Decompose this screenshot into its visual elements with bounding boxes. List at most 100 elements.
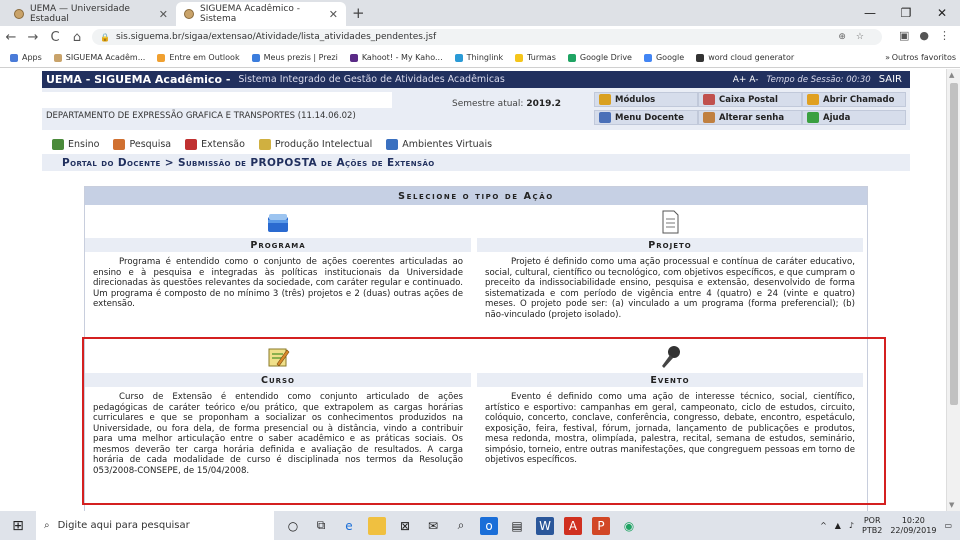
- cortana-icon[interactable]: ○: [284, 517, 302, 535]
- search-placeholder: Digite aqui para pesquisar: [57, 520, 190, 531]
- windows-start-icon[interactable]: ⊞: [0, 518, 36, 534]
- logout-link[interactable]: SAIR: [879, 74, 902, 85]
- home-icon[interactable]: ⌂: [66, 30, 88, 45]
- window-controls: — ❐ ✕: [852, 0, 960, 26]
- document-icon: [662, 210, 679, 234]
- language-indicator[interactable]: POR PTB2: [862, 516, 882, 536]
- extensao-icon: [185, 138, 198, 150]
- bookmark-prezi[interactable]: Meus prezis | Prezi: [251, 53, 338, 62]
- search-app-icon[interactable]: ⌕: [452, 517, 470, 535]
- forward-icon[interactable]: →: [22, 30, 44, 45]
- ambientes-icon: [386, 138, 399, 150]
- bookmarks-bar: Apps SIGUEMA Acadêm... Entre em Outlook …: [0, 48, 960, 68]
- notifications-icon[interactable]: ▭: [944, 521, 952, 530]
- bookmark-google-drive[interactable]: Google Drive: [567, 53, 632, 62]
- site-favicon-icon: [14, 9, 24, 19]
- acrobat-icon[interactable]: A: [564, 516, 582, 535]
- tab-label: UEMA — Universidade Estadual: [30, 4, 130, 24]
- caixa-postal-link[interactable]: Caixa Postal: [698, 92, 802, 107]
- highlight-box: [82, 337, 886, 505]
- bookmark-thinglink[interactable]: Thinglink: [454, 53, 503, 62]
- tab-uema[interactable]: UEMA — Universidade Estadual ✕: [6, 2, 176, 26]
- menu-icon[interactable]: ⋮: [939, 29, 950, 42]
- menu-docente-link[interactable]: Menu Docente: [594, 110, 698, 125]
- font-size-controls[interactable]: A+ A-: [733, 75, 759, 85]
- user-name-box: [42, 92, 392, 108]
- ajuda-link[interactable]: Ajuda: [802, 110, 906, 125]
- tab-close-icon[interactable]: ✕: [159, 8, 168, 21]
- system-tray: ^ ▲ ♪ POR PTB2 10:20 22/09/2019 ▭: [820, 516, 960, 536]
- network-icon[interactable]: ▲: [835, 521, 841, 530]
- clock[interactable]: 10:20 22/09/2019: [890, 516, 936, 536]
- action-description: Projeto é definido como uma ação process…: [485, 257, 856, 320]
- bookmark-outlook[interactable]: Entre em Outlook: [157, 53, 240, 62]
- edge-icon[interactable]: e: [340, 517, 358, 535]
- new-tab-button[interactable]: +: [352, 4, 365, 22]
- store-icon[interactable]: ⊠: [396, 517, 414, 535]
- page-scrollbar[interactable]: ▲ ▼: [946, 69, 960, 511]
- action-programa[interactable]: Programa Programa é entendido como o con…: [85, 207, 471, 347]
- menu-ambientes-virtuais[interactable]: Ambientes Virtuais: [386, 138, 492, 150]
- bookmark-apps[interactable]: Apps: [10, 53, 42, 62]
- quick-links: Módulos Caixa Postal Abrir Chamado Menu …: [594, 92, 906, 125]
- volume-icon[interactable]: ♪: [849, 521, 854, 530]
- system-subtitle: Sistema Integrado de Gestão de Atividade…: [238, 74, 505, 85]
- mail-icon[interactable]: ✉: [424, 517, 442, 535]
- help-icon: [807, 112, 819, 123]
- scroll-up-icon[interactable]: ▲: [949, 71, 954, 79]
- department-label: DEPARTAMENTO DE EXPRESSÃO GRAFICA E TRAN…: [46, 111, 356, 121]
- bookmark-icon: [567, 53, 576, 62]
- profile-icon[interactable]: ●: [919, 29, 929, 42]
- modules-icon: [599, 94, 611, 105]
- site-favicon-icon: [184, 9, 194, 19]
- tab-close-icon[interactable]: ✕: [329, 8, 338, 21]
- file-explorer-icon[interactable]: [368, 516, 386, 535]
- scrollbar-thumb[interactable]: [950, 83, 958, 405]
- abrir-chamado-link[interactable]: Abrir Chamado: [802, 92, 906, 107]
- folder-icon: [268, 214, 288, 232]
- windows-taskbar: ⊞ ⌕ Digite aqui para pesquisar ○ ⧉ e ⊠ ✉…: [0, 511, 960, 540]
- bookmark-turmas[interactable]: Turmas: [515, 53, 556, 62]
- semester-info: Semestre atual: 2019.2: [452, 99, 562, 109]
- word-icon[interactable]: W: [536, 516, 554, 535]
- menu-pesquisa[interactable]: Pesquisa: [113, 138, 171, 150]
- minimize-button[interactable]: —: [852, 0, 888, 26]
- close-window-button[interactable]: ✕: [924, 0, 960, 26]
- maximize-button[interactable]: ❐: [888, 0, 924, 26]
- menu-extensao[interactable]: Extensão: [185, 138, 245, 150]
- scroll-down-icon[interactable]: ▼: [949, 501, 954, 509]
- modulos-link[interactable]: Módulos: [594, 92, 698, 107]
- back-icon[interactable]: ←: [0, 30, 22, 45]
- action-projeto[interactable]: Projeto Projeto é definido como uma ação…: [477, 207, 863, 347]
- app-icon[interactable]: ▤: [508, 517, 526, 535]
- alterar-senha-link[interactable]: Alterar senha: [698, 110, 802, 125]
- bookmark-icon: [251, 53, 260, 62]
- user-info-bar: DEPARTAMENTO DE EXPRESSÃO GRAFICA E TRAN…: [42, 88, 910, 130]
- bookmark-kahoot[interactable]: Kahoot! - My Kaho...: [349, 53, 443, 62]
- outlook-icon[interactable]: o: [480, 516, 498, 535]
- extension-icon[interactable]: ▣: [899, 29, 909, 42]
- bookmark-icon: [515, 53, 524, 62]
- task-view-icon[interactable]: ⧉: [312, 517, 330, 535]
- tab-siguema[interactable]: SIGUEMA Acadêmico - Sistema ✕: [176, 2, 346, 26]
- bookmark-siguema[interactable]: SIGUEMA Acadêm...: [53, 53, 145, 62]
- mailbox-icon: [703, 94, 715, 105]
- powerpoint-icon[interactable]: P: [592, 516, 610, 535]
- bookmarks-more-button[interactable]: »: [885, 53, 890, 62]
- other-bookmarks[interactable]: Outros favoritos: [892, 53, 956, 62]
- taskbar-search[interactable]: ⌕ Digite aqui para pesquisar: [36, 511, 274, 540]
- chrome-icon[interactable]: ◉: [620, 517, 638, 535]
- menu-ensino[interactable]: Ensino: [52, 138, 99, 150]
- url-bar[interactable]: 🔒 sis.siguema.br/sigaa/extensao/Atividad…: [92, 29, 882, 45]
- bookmark-google[interactable]: Google: [643, 53, 684, 62]
- tray-chevron-icon[interactable]: ^: [820, 521, 827, 530]
- action-title[interactable]: Projeto: [477, 240, 863, 251]
- bookmark-word-cloud[interactable]: word cloud generator: [696, 53, 794, 62]
- bookmark-icon: [349, 53, 358, 62]
- action-title[interactable]: Programa: [85, 240, 471, 251]
- apps-grid-icon: [10, 53, 18, 62]
- bookmark-icon: [696, 53, 705, 62]
- zoom-star-icons[interactable]: ⊕☆: [838, 32, 874, 42]
- menu-producao-intelectual[interactable]: Produção Intelectual: [258, 138, 372, 150]
- reload-icon[interactable]: C: [44, 30, 66, 45]
